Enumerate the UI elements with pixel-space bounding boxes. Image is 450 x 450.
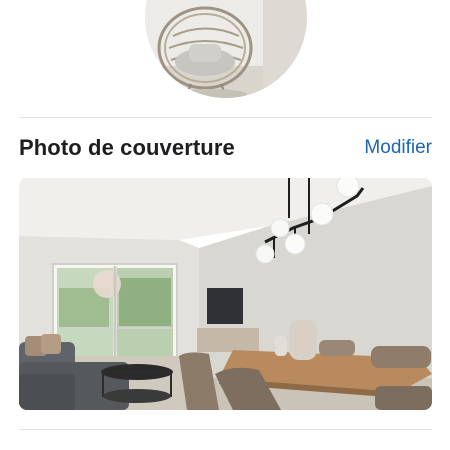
cover-photo-header: Photo de couverture Modifier: [19, 133, 432, 163]
cover-photo-image: [19, 178, 432, 410]
section-divider: [19, 117, 432, 118]
profile-edit-screen: Photo de couverture Modifier: [0, 0, 450, 450]
edit-cover-photo-link[interactable]: Modifier: [364, 137, 432, 159]
cover-photo[interactable]: [19, 178, 432, 410]
section-divider-bottom: [19, 429, 432, 430]
profile-photo[interactable]: [145, 0, 307, 98]
profile-photo-image: [145, 0, 307, 98]
cover-photo-title: Photo de couverture: [19, 135, 235, 160]
